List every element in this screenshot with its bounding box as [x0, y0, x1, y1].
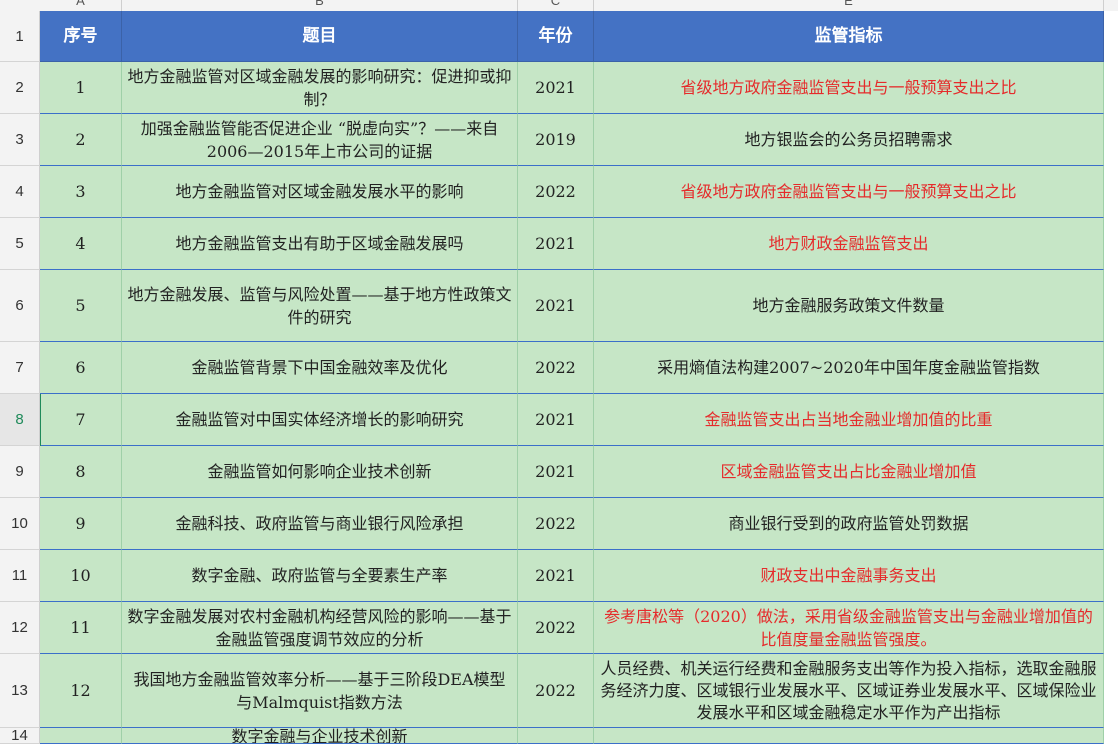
header-cell-year[interactable]: 年份	[518, 11, 594, 62]
cell-indicator[interactable]: 地方银监会的公务员招聘需求	[594, 114, 1104, 166]
cell-title[interactable]: 地方金融发展、监管与风险处置——基于地方性政策文件的研究	[122, 270, 518, 342]
row-header-3[interactable]: 3	[0, 114, 40, 166]
column-header-a[interactable]: A	[40, 0, 122, 11]
cell-num[interactable]	[40, 728, 122, 744]
cell-num[interactable]: 9	[40, 498, 122, 550]
cell-year[interactable]: 2021	[518, 550, 594, 602]
cell-indicator[interactable]: 区域金融监管支出占比金融业增加值	[594, 446, 1104, 498]
cell-title[interactable]: 地方金融监管对区域金融发展的影响研究：促进抑或抑制？	[122, 62, 518, 114]
cell-indicator[interactable]: 参考唐松等（2020）做法，采用省级金融监管支出与金融业增加值的比值度量金融监管…	[594, 602, 1104, 654]
cell-indicator[interactable]	[594, 728, 1104, 744]
row-header-14[interactable]: 14	[0, 727, 40, 744]
cell-indicator[interactable]: 地方财政金融监管支出	[594, 218, 1104, 270]
row-header-1[interactable]: 1	[0, 11, 40, 62]
cell-num[interactable]: 5	[40, 270, 122, 342]
cell-num[interactable]: 12	[40, 654, 122, 728]
header-cell-num[interactable]: 序号	[40, 11, 122, 62]
cell-year[interactable]: 2022	[518, 654, 594, 728]
cell-year[interactable]: 2019	[518, 114, 594, 166]
column-header-c[interactable]: C	[518, 0, 594, 11]
cell-num[interactable]: 8	[40, 446, 122, 498]
cell-title[interactable]: 数字金融发展对农村金融机构经营风险的影响——基于金融监管强度调节效应的分析	[122, 602, 518, 654]
header-cell-indicator[interactable]: 监管指标	[594, 11, 1104, 62]
cell-indicator[interactable]: 商业银行受到的政府监管处罚数据	[594, 498, 1104, 550]
cell-year[interactable]: 2021	[518, 270, 594, 342]
cell-year[interactable]: 2021	[518, 446, 594, 498]
cell-num[interactable]: 2	[40, 114, 122, 166]
cell-year[interactable]: 2022	[518, 166, 594, 218]
cell-num[interactable]: 11	[40, 602, 122, 654]
cell-title[interactable]: 地方金融监管对区域金融发展水平的影响	[122, 166, 518, 218]
cell-year[interactable]: 2021	[518, 62, 594, 114]
cell-year[interactable]: 2022	[518, 498, 594, 550]
cell-num[interactable]: 1	[40, 62, 122, 114]
row-header-2[interactable]: 2	[0, 62, 40, 114]
cell-title[interactable]: 金融监管如何影响企业技术创新	[122, 446, 518, 498]
cell-title[interactable]: 数字金融与企业技术创新	[122, 728, 518, 744]
cell-indicator[interactable]: 地方金融服务政策文件数量	[594, 270, 1104, 342]
cell-title[interactable]: 地方金融监管支出有助于区域金融发展吗	[122, 218, 518, 270]
row-header-13[interactable]: 13	[0, 654, 40, 728]
cell-title[interactable]: 加强金融监管能否促进企业 “脱虚向实”？——来自2006—2015年上市公司的证…	[122, 114, 518, 166]
row-header-5[interactable]: 5	[0, 218, 40, 270]
cell-title[interactable]: 数字金融、政府监管与全要素生产率	[122, 550, 518, 602]
cell-title[interactable]: 金融监管背景下中国金融效率及优化	[122, 342, 518, 394]
row-header-10[interactable]: 10	[0, 498, 40, 550]
cell-indicator[interactable]: 省级地方政府金融监管支出与一般预算支出之比	[594, 166, 1104, 218]
row-header-11[interactable]: 11	[0, 550, 40, 602]
cell-num[interactable]: 3	[40, 166, 122, 218]
cell-indicator[interactable]: 省级地方政府金融监管支出与一般预算支出之比	[594, 62, 1104, 114]
header-cell-title[interactable]: 题目	[122, 11, 518, 62]
cell-indicator[interactable]: 采用熵值法构建2007~2020年中国年度金融监管指数	[594, 342, 1104, 394]
row-header-8[interactable]: 8	[0, 394, 40, 446]
row-header-7[interactable]: 7	[0, 342, 40, 394]
cell-num[interactable]: 4	[40, 218, 122, 270]
cell-year[interactable]: 2021	[518, 394, 594, 446]
row-header-4[interactable]: 4	[0, 166, 40, 218]
header-right-gap	[1104, 11, 1118, 61]
cell-title[interactable]: 金融监管对中国实体经济增长的影响研究	[122, 394, 518, 446]
cell-year[interactable]: 2022	[518, 602, 594, 654]
cell-num[interactable]: 6	[40, 342, 122, 394]
cell-year[interactable]: 2021	[518, 218, 594, 270]
row-header-6[interactable]: 6	[0, 270, 40, 342]
row-header-9[interactable]: 9	[0, 446, 40, 498]
selection-indicator	[40, 394, 41, 446]
cell-year[interactable]	[518, 728, 594, 744]
cell-num[interactable]: 10	[40, 550, 122, 602]
cell-indicator[interactable]: 人员经费、机关运行经费和金融服务支出等作为投入指标，选取金融服务经济力度、区域银…	[594, 654, 1104, 728]
row-header-12[interactable]: 12	[0, 602, 40, 654]
cell-title[interactable]: 金融科技、政府监管与商业银行风险承担	[122, 498, 518, 550]
cell-indicator[interactable]: 金融监管支出占当地金融业增加值的比重	[594, 394, 1104, 446]
cell-year[interactable]: 2022	[518, 342, 594, 394]
cell-indicator[interactable]: 财政支出中金融事务支出	[594, 550, 1104, 602]
column-header-e[interactable]: E	[594, 0, 1104, 11]
cell-num[interactable]: 7	[40, 394, 122, 446]
column-header-b[interactable]: B	[122, 0, 518, 11]
cell-title[interactable]: 我国地方金融监管效率分析——基于三阶段DEA模型与Malmquist指数方法	[122, 654, 518, 728]
